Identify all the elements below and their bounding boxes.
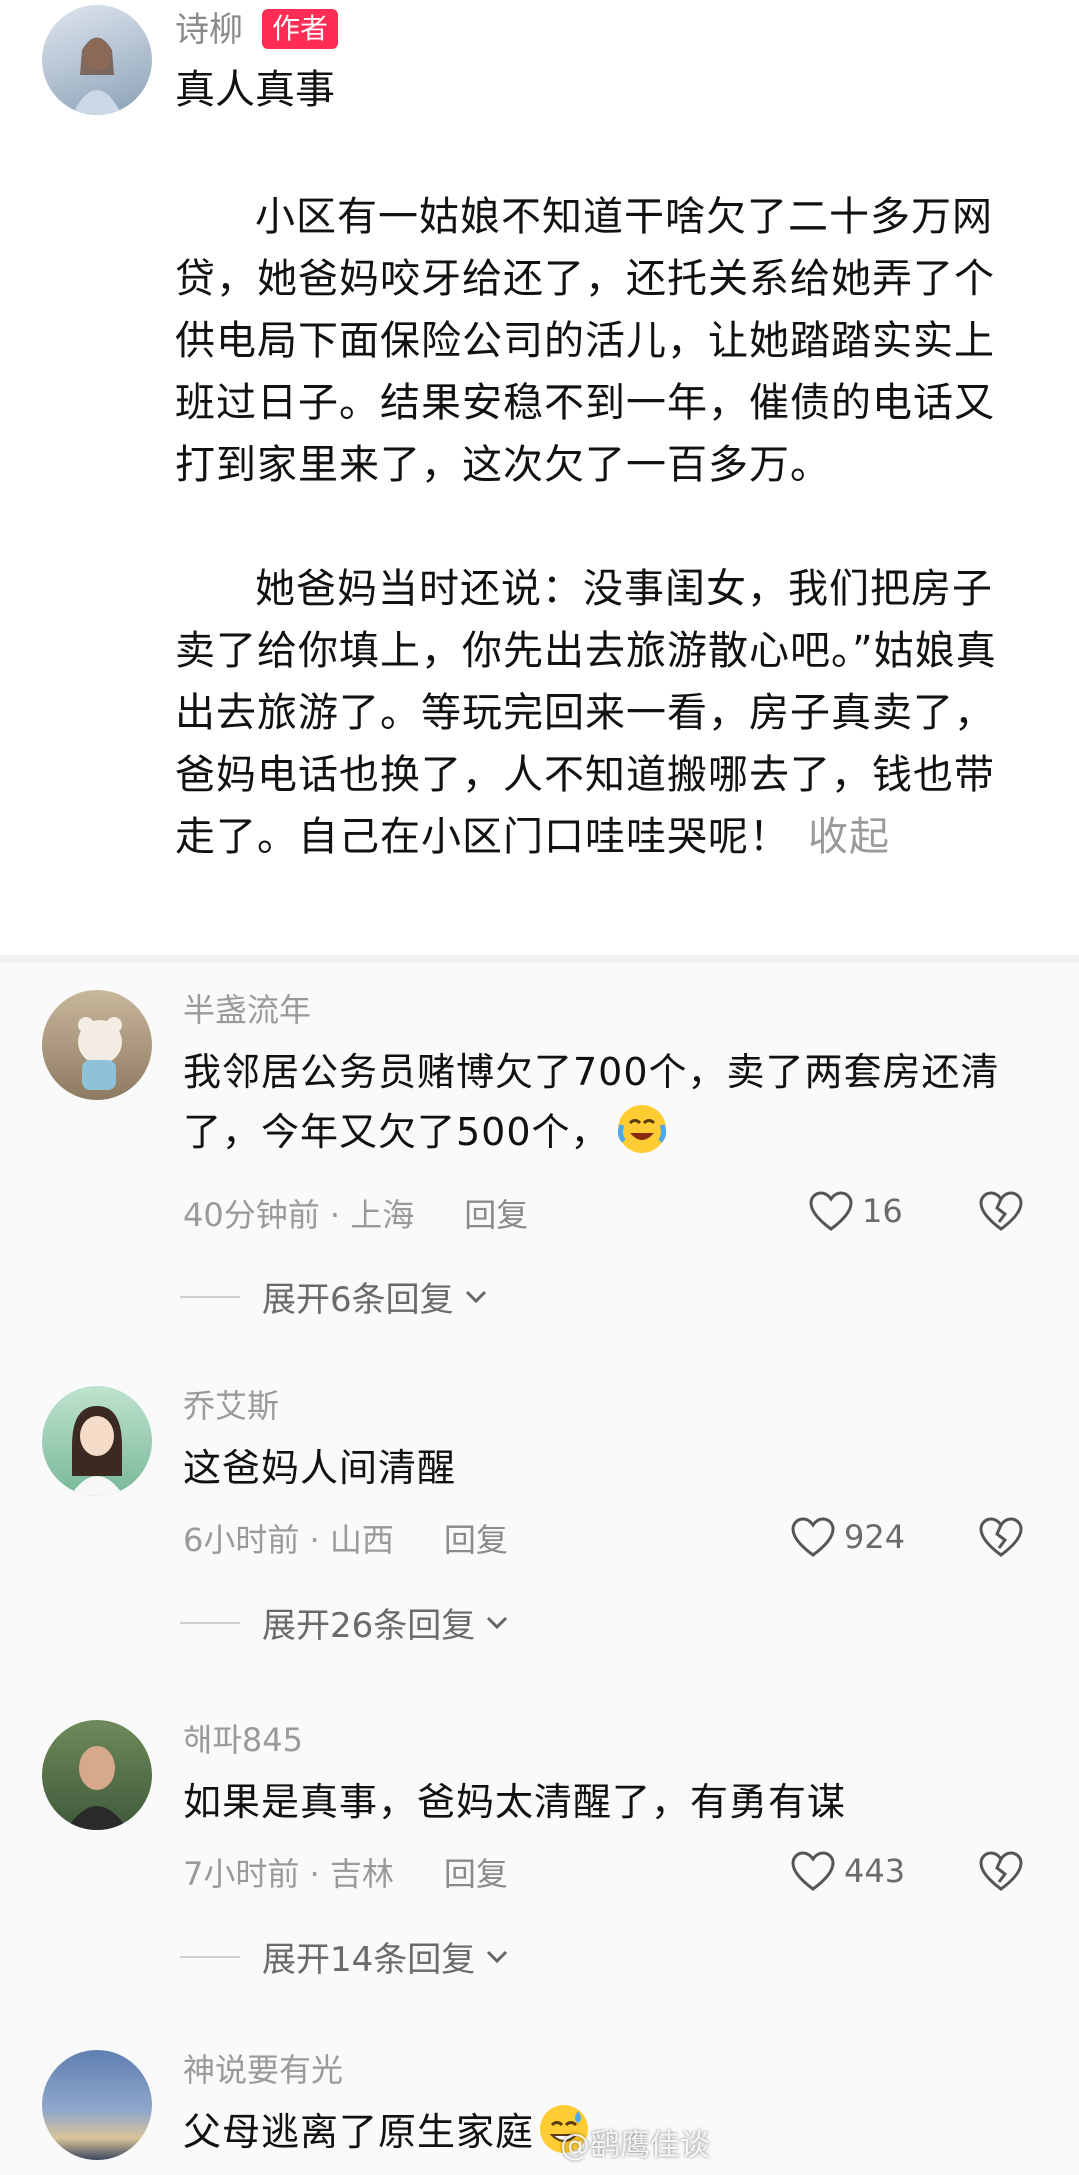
expand-line [180, 1295, 240, 1298]
chevron-down-icon [487, 1616, 508, 1629]
expand-replies[interactable]: 展开26条回复 [180, 1598, 513, 1647]
comment-text: 我邻居公务员赌博欠了700个，卖了两套房还清了，今年又欠了500个， [183, 1042, 1003, 1162]
like-button[interactable]: 443 [790, 1850, 905, 1892]
crying-laughing-emoji [616, 1103, 668, 1155]
broken-heart-icon [979, 1517, 1023, 1557]
commenter-avatar[interactable] [42, 1386, 152, 1496]
broken-heart-icon [979, 1851, 1023, 1891]
post-card: 诗柳 作者 真人真事 小区有一姑娘不知道干啥欠了二十多万网贷，她爸妈咬牙给还了，… [0, 0, 1079, 960]
commenter-name[interactable]: 神说要有光 [183, 2050, 343, 2090]
broken-heart-icon [979, 1191, 1023, 1231]
commenter-avatar[interactable] [42, 2050, 152, 2160]
heart-icon [809, 1191, 853, 1231]
post-paragraph-1: 小区有一姑娘不知道干啥欠了二十多万网贷，她爸妈咬牙给还了，还托关系给她弄了个供电… [175, 186, 1005, 496]
post-body: 小区有一姑娘不知道干啥欠了二十多万网贷，她爸妈咬牙给还了，还托关系给她弄了个供电… [175, 186, 1005, 868]
dislike-button[interactable] [978, 1516, 1024, 1562]
chevron-down-icon [487, 1950, 508, 1963]
comment-time: 7小时前 [183, 1855, 300, 1893]
expand-label: 展开14条回复 [262, 1940, 476, 1980]
expand-line [180, 1621, 240, 1624]
comment-text: 如果是真事，爸妈太清醒了，有勇有谋 [183, 1780, 847, 1824]
post-paragraph-2: 她爸妈当时还说：没事闺女，我们把房子卖了给你填上，你先出去旅游散心吧。”姑娘真出… [175, 558, 1005, 868]
commenter-name[interactable]: 乔艾斯 [183, 1386, 279, 1426]
reply-button[interactable]: 回复 [444, 1521, 508, 1559]
comment-location: 山西 [329, 1521, 394, 1559]
chevron-down-icon [465, 1290, 486, 1303]
like-count: 924 [844, 1518, 906, 1556]
dislike-button[interactable] [978, 1850, 1024, 1896]
reply-button[interactable]: 回复 [464, 1196, 528, 1234]
expand-replies[interactable]: 展开6条回复 [180, 1272, 492, 1321]
comment-time: 6小时前 [183, 1521, 300, 1559]
comment-meta: 40分钟前 · 上海 回复 [183, 1196, 529, 1234]
watermark: @鹞鹰佳谈 [560, 2128, 710, 2163]
author-avatar[interactable] [42, 5, 152, 115]
comment-location: 吉林 [329, 1855, 394, 1893]
post-paragraph-1-text: 小区有一姑娘不知道干啥欠了二十多万网贷，她爸妈咬牙给还了，还托关系给她弄了个供电… [175, 194, 995, 488]
collapse-link[interactable]: 收起 [808, 814, 890, 860]
expand-label: 展开6条回复 [262, 1280, 454, 1320]
like-count: 16 [862, 1192, 903, 1230]
comment-text-content: 父母逃离了原生家庭 [183, 2110, 535, 2154]
comment-meta: 6小时前 · 山西 回复 [183, 1521, 508, 1559]
section-divider [0, 955, 1079, 963]
comment-time: 40分钟前 [183, 1196, 320, 1234]
post-title: 真人真事 [175, 67, 335, 113]
comment-location: 上海 [350, 1196, 415, 1234]
like-button[interactable]: 16 [808, 1190, 903, 1232]
heart-icon [791, 1851, 835, 1891]
like-count: 443 [844, 1852, 906, 1890]
like-button[interactable]: 924 [790, 1516, 905, 1558]
reply-button[interactable]: 回复 [444, 1855, 508, 1893]
commenter-name[interactable]: 해파845 [183, 1720, 303, 1760]
author-tag: 作者 [262, 9, 339, 49]
expand-line [180, 1955, 240, 1958]
dislike-button[interactable] [978, 1190, 1024, 1236]
author-name[interactable]: 诗柳 [175, 8, 243, 52]
expand-label: 展开26条回复 [262, 1606, 476, 1646]
comment-meta: 7小时前 · 吉林 回复 [183, 1855, 508, 1893]
heart-icon [791, 1517, 835, 1557]
commenter-avatar[interactable] [42, 990, 152, 1100]
comment-text: 这爸妈人间清醒 [183, 1446, 457, 1490]
commenter-avatar[interactable] [42, 1720, 152, 1830]
comment-text-content: 我邻居公务员赌博欠了700个，卖了两套房还清了，今年又欠了500个， [183, 1050, 1000, 1154]
expand-replies[interactable]: 展开14条回复 [180, 1932, 513, 1981]
commenter-name[interactable]: 半盏流年 [183, 990, 311, 1030]
